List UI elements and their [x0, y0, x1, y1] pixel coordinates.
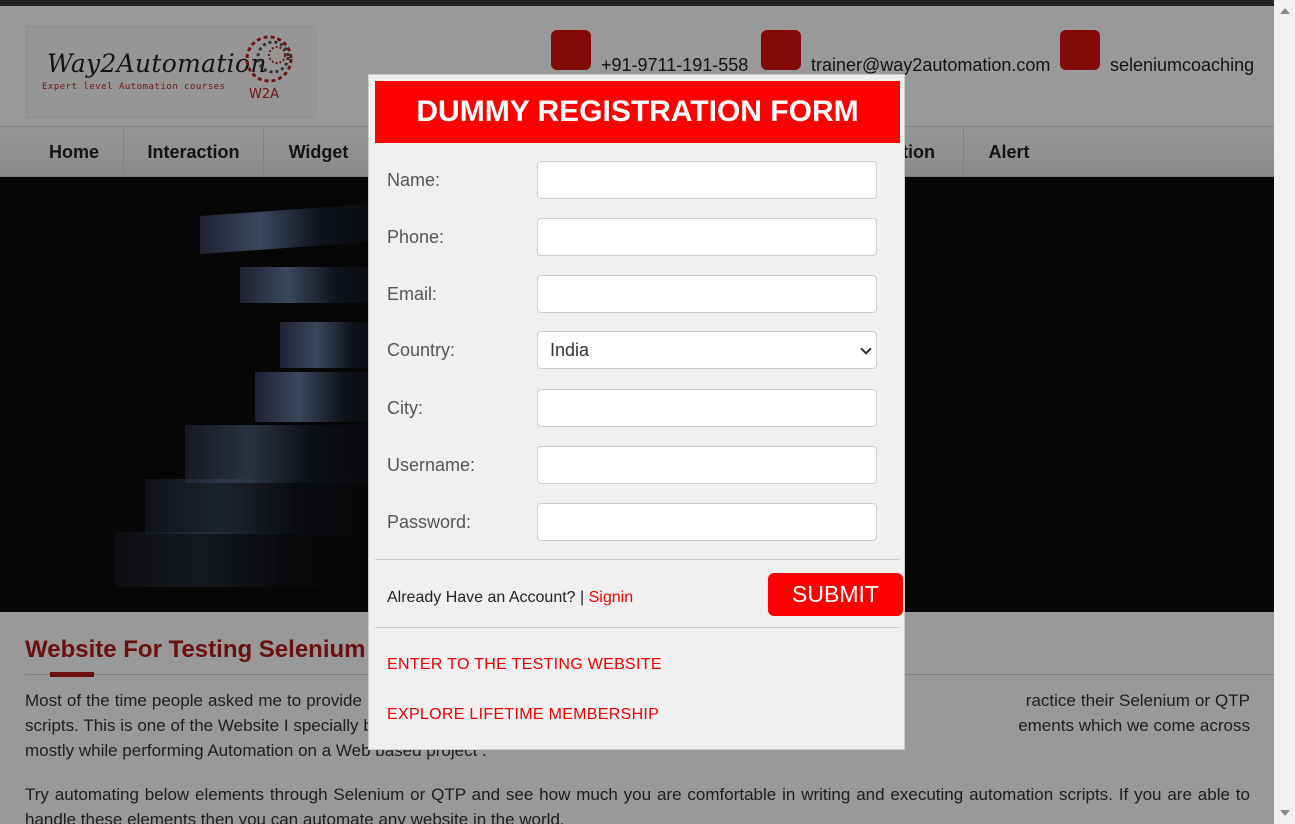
scroll-up-arrow[interactable] [1280, 8, 1290, 14]
submit-button[interactable]: SUBMIT [768, 573, 903, 616]
country-selected-value: India [550, 340, 590, 360]
city-field[interactable] [537, 389, 877, 427]
page-scrollbar[interactable] [1274, 0, 1295, 824]
name-field[interactable] [537, 161, 877, 199]
explore-membership-link[interactable]: EXPLORE LIFETIME MEMBERSHIP [387, 706, 659, 724]
already-account-label: Already Have an Account? | [387, 589, 585, 606]
scroll-down-arrow[interactable] [1280, 810, 1290, 816]
password-label: Password: [387, 512, 472, 532]
chevron-down-icon [860, 343, 872, 355]
form-divider [375, 559, 900, 560]
registration-modal: DUMMY REGISTRATION FORM Name: Phone: Ema… [368, 74, 905, 750]
modal-title: DUMMY REGISTRATION FORM [375, 81, 900, 143]
phone-label: Phone: [387, 227, 445, 247]
signin-link[interactable]: Signin [589, 589, 633, 606]
name-label: Name: [387, 170, 441, 190]
phone-field[interactable] [537, 218, 877, 256]
username-label: Username: [387, 455, 476, 475]
email-label: Email: [387, 284, 438, 304]
country-label: Country: [387, 340, 456, 360]
city-label: City: [387, 398, 423, 418]
email-field[interactable] [537, 275, 877, 313]
username-field[interactable] [537, 446, 877, 484]
already-account-text: Already Have an Account? | Signin [387, 589, 633, 607]
enter-testing-website-link[interactable]: ENTER TO THE TESTING WEBSITE [387, 656, 662, 674]
country-select[interactable]: India [537, 331, 877, 369]
links-divider [375, 627, 900, 628]
password-field[interactable] [537, 503, 877, 541]
